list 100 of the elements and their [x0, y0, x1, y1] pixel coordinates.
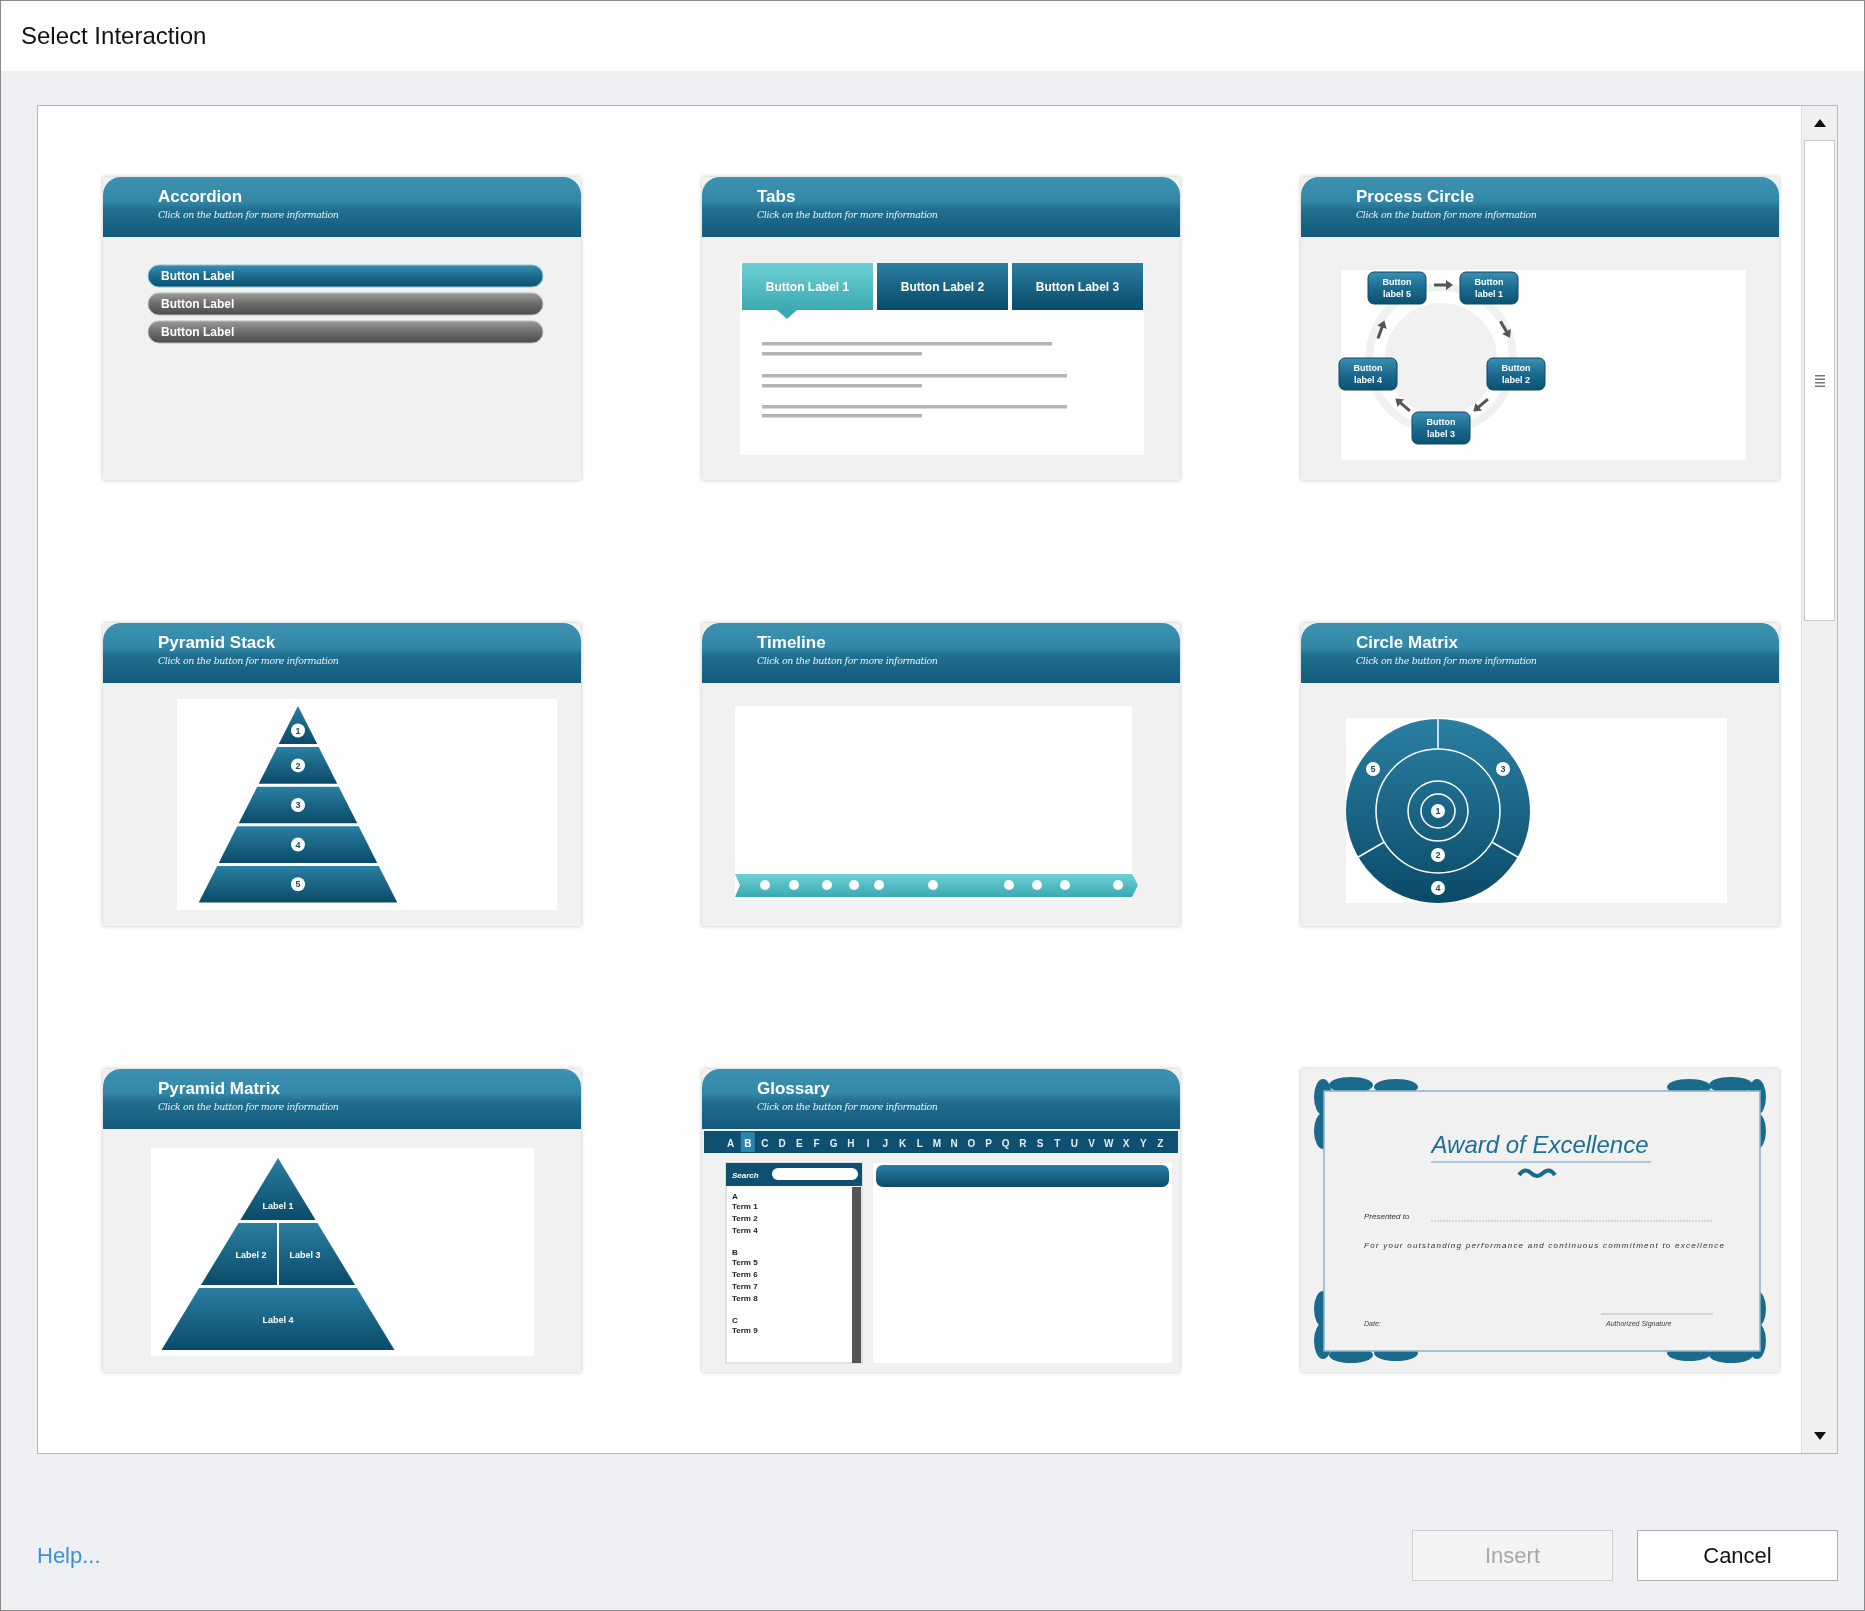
index-letter-label: C: [761, 1137, 769, 1149]
card-title: Process Circle: [1356, 187, 1476, 207]
card-title: Pyramid Stack: [158, 633, 277, 653]
grip-icon: [1814, 374, 1825, 387]
step-button: Button label 1: [1459, 271, 1519, 305]
index-letter-label: B: [744, 1137, 752, 1149]
index-letter-label: P: [985, 1137, 992, 1149]
up-arrow-icon: [1813, 119, 1826, 127]
index-letter-label: D: [778, 1137, 786, 1149]
step-number: 5: [1366, 762, 1380, 776]
step-number: 3: [291, 798, 305, 812]
index-letter-label: L: [916, 1137, 923, 1149]
card-subtitle: Click on the button for more information: [158, 1100, 340, 1114]
interaction-card[interactable]: Accordion Click on the button for more information Button Label Button Label Button Label: [103, 177, 581, 480]
arrow-icon: [1473, 398, 1489, 412]
card-subtitle: Click on the button for more information: [1356, 654, 1538, 668]
glossary-term: Term 4: [732, 1226, 758, 1235]
step-number: 5: [291, 877, 305, 892]
glossary-term: Term 2: [732, 1214, 758, 1223]
citation-text: For your outstanding performance and continuous commitment to excellence: [1364, 1241, 1724, 1250]
pyramid-segment: Label 2: [200, 1223, 277, 1285]
index-letter-label: S: [1036, 1137, 1044, 1149]
interaction-card[interactable]: Process Circle Click on the button for more information Button label 1 Button label 2 Button label 3 Button label 4 Button label 5: [1301, 177, 1779, 480]
pyramid-segment: Label 4: [161, 1288, 395, 1350]
glossary-term: Term 9: [732, 1326, 758, 1335]
flourish-icon: [1517, 1168, 1557, 1178]
index-letter-label: X: [1122, 1137, 1130, 1149]
index-letter: C: [732, 1316, 738, 1325]
glossary-term: Term 6: [732, 1270, 758, 1279]
down-arrow-icon: [1813, 1432, 1826, 1440]
card-title: Glossary: [757, 1079, 831, 1099]
index-letter-label: U: [1070, 1137, 1079, 1149]
scrollbar[interactable]: [1801, 106, 1837, 1453]
card-subtitle: Click on the button for more information: [158, 654, 340, 668]
step-button: Button label 4: [1338, 357, 1398, 391]
certificate-title: Award of Excellence: [1431, 1131, 1649, 1158]
card-title: Accordion: [158, 187, 244, 207]
card-subtitle: Click on the button for more information: [1356, 208, 1538, 222]
step-number: 1: [1431, 804, 1445, 818]
index-letter-label: I: [866, 1137, 870, 1149]
tab: Button Label 2: [877, 263, 1008, 310]
presented-label: Presented to: [1364, 1212, 1410, 1221]
index-letter-label: V: [1088, 1137, 1095, 1149]
card-subtitle: Click on the button for more information: [757, 654, 939, 668]
card-subtitle: Click on the button for more information: [757, 1100, 939, 1114]
step-number: 1: [291, 723, 305, 738]
step-number: 4: [1431, 881, 1445, 895]
interaction-card[interactable]: Tabs Click on the button for more information Button Label 1 Button Label 2 Button Label 3: [702, 177, 1180, 480]
index-letter-label: F: [813, 1137, 820, 1149]
index-letter: B: [732, 1248, 738, 1257]
index-letter-label: H: [847, 1137, 855, 1149]
interaction-card[interactable]: Pyramid Matrix Click on the button for more information Label 1 Label 2 Label 3 Label 4: [103, 1069, 581, 1372]
step-button: Button label 3: [1411, 411, 1471, 445]
accordion-button: Button Label: [147, 264, 544, 288]
card-subtitle: Click on the button for more information: [158, 208, 340, 222]
index-letter-label: A: [727, 1137, 735, 1149]
arrow-icon: [1376, 320, 1387, 339]
index-letter-label: Y: [1139, 1137, 1147, 1149]
index-letter-label: M: [932, 1137, 942, 1149]
index-letter-label: N: [950, 1137, 958, 1149]
scroll-thumb[interactable]: [1804, 140, 1835, 621]
index-letter-label: O: [967, 1137, 976, 1149]
interaction-card[interactable]: Timeline Click on the button for more information: [702, 623, 1180, 926]
window-title: Select Interaction: [21, 21, 207, 51]
pyramid-segment: Label 1: [240, 1158, 316, 1220]
step-number: 2: [1431, 848, 1445, 862]
index-letter-label: G: [829, 1137, 838, 1149]
index-letter-label: J: [882, 1137, 889, 1149]
index-letter: A: [732, 1192, 738, 1201]
index-letter-label: T: [1054, 1137, 1061, 1149]
card-title: Circle Matrix: [1356, 633, 1460, 653]
card-title: Pyramid Matrix: [158, 1079, 281, 1099]
index-letter-label: E: [796, 1137, 803, 1149]
interaction-card[interactable]: Pyramid Stack Click on the button for more information 1 2 3 4 5: [103, 623, 581, 926]
glossary-term: Term 7: [732, 1282, 758, 1291]
dialog-button[interactable]: Cancel: [1637, 1529, 1838, 1581]
accordion-button: Button Label: [147, 292, 544, 316]
arrow-icon: [1434, 280, 1453, 290]
index-letter-label: Q: [1001, 1137, 1010, 1149]
step-number: 4: [291, 837, 305, 852]
step-number: 3: [1496, 762, 1510, 776]
step-button: Button label 2: [1486, 357, 1546, 391]
index-letter-label: W: [1104, 1137, 1114, 1149]
step-number: 2: [291, 758, 305, 773]
glossary-term: Term 1: [732, 1202, 758, 1211]
interaction-card[interactable]: Circle Matrix Click on the button for more information 1 2 3 4 5: [1301, 623, 1779, 926]
glossary-term: Term 8: [732, 1294, 758, 1303]
card-subtitle: Click on the button for more information: [757, 208, 939, 222]
index-letter-label: Z: [1157, 1137, 1164, 1149]
card-title: Timeline: [757, 633, 827, 653]
index-letter-label: K: [898, 1137, 907, 1149]
card-title: Tabs: [757, 187, 797, 207]
step-button: Button label 5: [1367, 271, 1427, 305]
index-letter-label: R: [1019, 1137, 1027, 1149]
pyramid-segment: Label 3: [279, 1223, 356, 1285]
glossary-term: Term 5: [732, 1258, 758, 1267]
arrow-icon: [1499, 320, 1511, 338]
arrow-icon: [1395, 398, 1411, 412]
interaction-card[interactable]: Glossary Click on the button for more information A B C D E F G H I J K L M N O P Q R S T U V W X Y Z Search A Term 1 Term 2 Term 4 B Term 5 Term 6 Term 7 Term 8 C Term 9: [702, 1069, 1180, 1372]
tab: Button Label 3: [1012, 263, 1143, 310]
